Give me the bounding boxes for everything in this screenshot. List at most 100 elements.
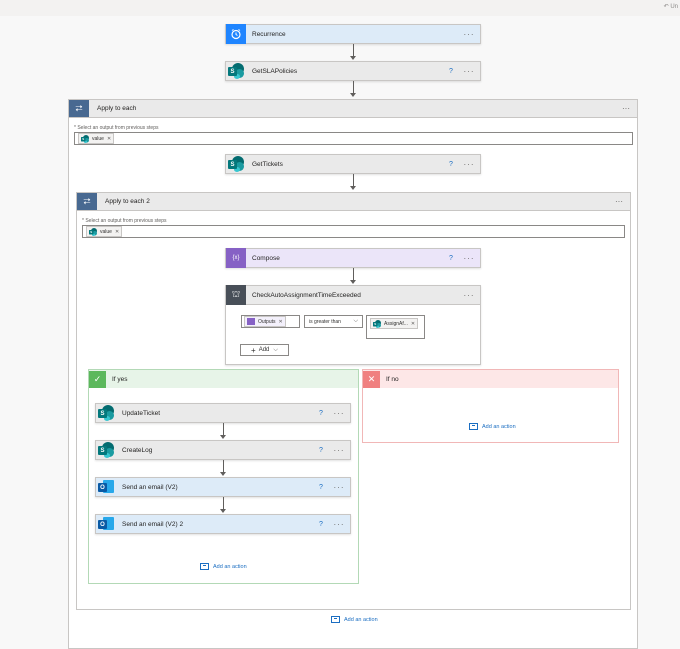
help-icon[interactable]: ? xyxy=(314,410,328,417)
apply-to-each-more-button[interactable]: ··· xyxy=(615,104,637,113)
remove-token-icon[interactable]: ✕ xyxy=(411,321,415,327)
send-email-2-more-button[interactable]: ··· xyxy=(328,520,350,529)
add-action-label: Add an action xyxy=(213,563,247,570)
compose-title: Compose xyxy=(252,254,280,262)
outlook-icon: O xyxy=(96,477,116,497)
outputs-token-label: Outputs xyxy=(258,318,276,325)
condition-header[interactable]: ⛫ CheckAutoAssignmentTimeExceeded ··· xyxy=(225,285,481,305)
alarm-clock-icon xyxy=(226,24,246,44)
add-action-label: Add an action xyxy=(482,423,516,430)
connector-arrowhead xyxy=(220,509,226,513)
add-action-icon xyxy=(331,616,340,623)
get-tickets-card[interactable]: S GetTickets ? ··· xyxy=(225,154,481,174)
compose-more-button[interactable]: ··· xyxy=(458,254,480,263)
loop-icon: ⮂ xyxy=(77,193,97,210)
condition-left-operand[interactable]: Outputs ✕ xyxy=(241,315,300,328)
condition-title: CheckAutoAssignmentTimeExceeded xyxy=(252,291,361,299)
sharepoint-icon: S xyxy=(226,61,246,81)
loop-icon: ⮂ xyxy=(69,100,89,117)
add-condition-button[interactable]: + Add ⌵ xyxy=(240,344,289,356)
remove-token-icon[interactable]: ✕ xyxy=(279,319,283,325)
outputs-token[interactable]: Outputs ✕ xyxy=(244,316,286,327)
assign-token[interactable]: S AssignAf... ✕ xyxy=(370,318,419,329)
if-no-title: If no xyxy=(386,375,399,383)
get-tickets-more-button[interactable]: ··· xyxy=(458,160,480,169)
chevron-down-icon: ⌵ xyxy=(273,346,278,353)
add-action-label: Add an action xyxy=(344,616,378,623)
connector-arrowhead xyxy=(220,435,226,439)
operator-label: is greater than xyxy=(309,318,341,325)
send-email-card[interactable]: O Send an email (V2) ? ··· xyxy=(95,477,351,497)
apply-to-each-2-more-button[interactable]: ··· xyxy=(608,197,630,206)
chevron-down-icon: ⌵ xyxy=(353,318,358,324)
sharepoint-icon: S xyxy=(96,440,116,460)
if-no-add-action[interactable]: Add an action xyxy=(469,423,516,430)
connector-arrowhead xyxy=(350,56,356,60)
compose-card[interactable]: {x} Compose ? ··· xyxy=(225,248,481,268)
add-action-icon xyxy=(200,563,209,570)
action-title: CreateLog xyxy=(122,446,153,454)
recurrence-more-button[interactable]: ··· xyxy=(458,30,480,39)
recurrence-title: Recurrence xyxy=(252,30,286,38)
remove-token-icon[interactable]: ✕ xyxy=(115,229,119,235)
if-no-branch: ✕ If no xyxy=(362,369,619,443)
get-tickets-title: GetTickets xyxy=(252,160,283,168)
apply-to-each-title: Apply to each xyxy=(97,105,137,112)
update-ticket-card[interactable]: S UpdateTicket ? ··· xyxy=(95,403,351,423)
help-icon[interactable]: ? xyxy=(444,255,458,262)
compose-icon xyxy=(247,318,255,325)
if-yes-header[interactable]: ✓ If yes xyxy=(89,370,358,388)
update-ticket-more-button[interactable]: ··· xyxy=(328,409,350,418)
help-icon[interactable]: ? xyxy=(444,68,458,75)
select-output-field[interactable]: S value ✕ xyxy=(82,225,625,238)
sharepoint-icon: S xyxy=(89,227,97,236)
create-log-card[interactable]: S CreateLog ? ··· xyxy=(95,440,351,460)
top-toolbar xyxy=(0,0,680,16)
add-action-icon xyxy=(469,423,478,430)
condition-more-button[interactable]: ··· xyxy=(458,291,480,300)
select-output-label: * Select an output from previous steps xyxy=(82,218,167,224)
cross-icon: ✕ xyxy=(363,370,380,388)
create-log-more-button[interactable]: ··· xyxy=(328,446,350,455)
condition-right-operand[interactable]: S AssignAf... ✕ xyxy=(366,315,425,339)
value-token-label: value xyxy=(92,135,104,142)
apply-to-each-2-header[interactable]: ⮂ Apply to each 2 ··· xyxy=(77,193,630,211)
connector-arrowhead xyxy=(350,186,356,190)
get-sla-policies-card[interactable]: S GetSLAPolicies ? ··· xyxy=(225,61,481,81)
outlook-icon: O xyxy=(96,514,116,534)
help-icon[interactable]: ? xyxy=(314,484,328,491)
if-yes-add-action[interactable]: Add an action xyxy=(200,563,247,570)
help-icon[interactable]: ? xyxy=(314,521,328,528)
condition-icon: ⛫ xyxy=(226,285,246,305)
action-title: Send an email (V2) xyxy=(122,483,178,491)
sharepoint-icon: S xyxy=(81,134,89,143)
get-sla-policies-more-button[interactable]: ··· xyxy=(458,67,480,76)
connector-arrowhead xyxy=(220,472,226,476)
if-yes-title: If yes xyxy=(112,375,128,383)
get-sla-policies-title: GetSLAPolicies xyxy=(252,67,298,75)
recurrence-card[interactable]: Recurrence ··· xyxy=(225,24,481,44)
value-token[interactable]: S value ✕ xyxy=(86,226,123,237)
connector-arrowhead xyxy=(350,280,356,284)
send-email-more-button[interactable]: ··· xyxy=(328,483,350,492)
action-title: Send an email (V2) 2 xyxy=(122,520,184,528)
plus-icon: + xyxy=(251,345,256,355)
remove-token-icon[interactable]: ✕ xyxy=(107,136,111,142)
apply-to-each-add-action[interactable]: Add an action xyxy=(331,616,378,623)
help-icon[interactable]: ? xyxy=(444,161,458,168)
apply-to-each-header[interactable]: ⮂ Apply to each ··· xyxy=(69,100,637,118)
check-icon: ✓ xyxy=(89,370,106,388)
help-icon[interactable]: ? xyxy=(314,447,328,454)
apply-to-each-2-title: Apply to each 2 xyxy=(105,198,150,205)
if-no-header[interactable]: ✕ If no xyxy=(363,370,618,388)
select-output-label: * Select an output from previous steps xyxy=(74,125,159,131)
connector-arrowhead xyxy=(350,93,356,97)
value-token[interactable]: S value ✕ xyxy=(78,133,115,144)
send-email-2-card[interactable]: O Send an email (V2) 2 ? ··· xyxy=(95,514,351,534)
undo-button[interactable]: ↶ Un xyxy=(664,3,678,10)
condition-operator-dropdown[interactable]: is greater than ⌵ xyxy=(304,315,363,328)
compose-icon: {x} xyxy=(226,248,246,268)
assign-token-label: AssignAf... xyxy=(384,320,408,327)
undo-label: Un xyxy=(670,4,678,10)
select-output-field[interactable]: S value ✕ xyxy=(74,132,633,145)
